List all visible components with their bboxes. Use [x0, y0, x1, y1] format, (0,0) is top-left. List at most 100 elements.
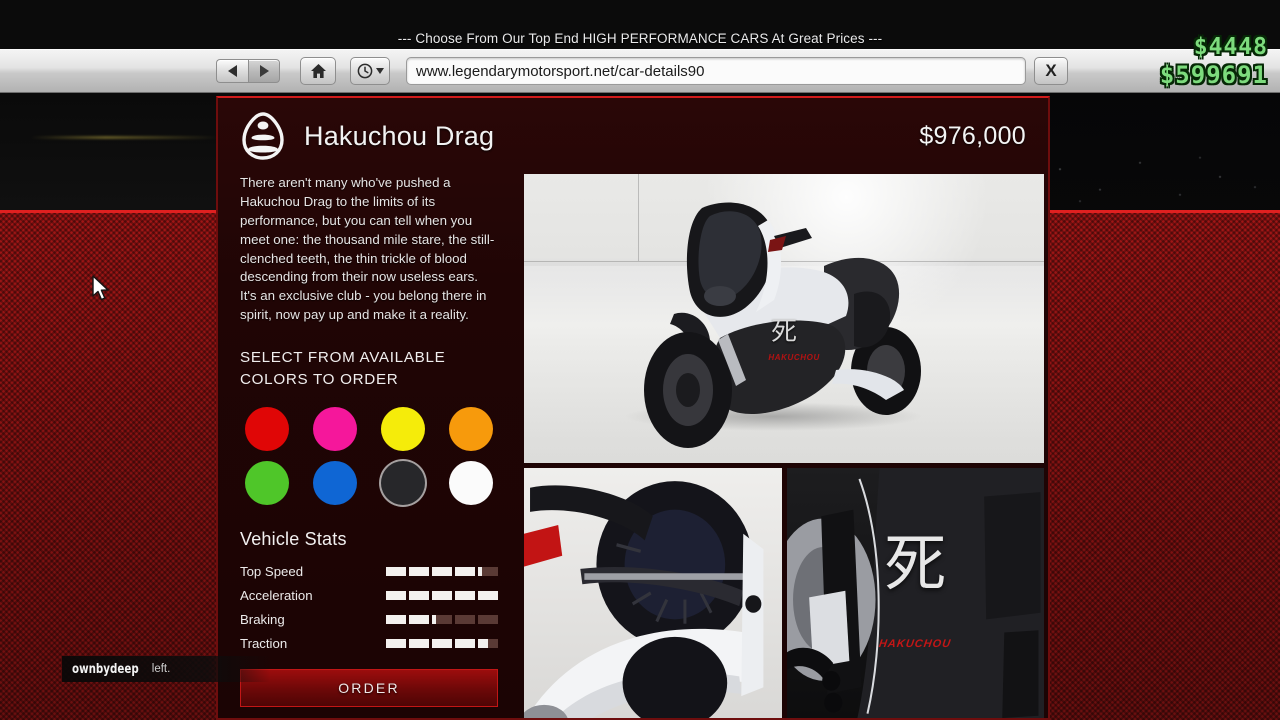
arrow-left-icon [228, 65, 237, 77]
stat-segment [478, 638, 498, 648]
chat-message: left. [151, 663, 171, 675]
stat-segment-fill [432, 614, 436, 624]
stat-segment [455, 590, 475, 600]
stat-bar [386, 590, 498, 600]
color-swatch-black[interactable] [381, 461, 425, 506]
address-bar[interactable]: www.legendarymotorsport.net/car-details9… [406, 57, 1026, 85]
forward-button[interactable] [248, 59, 280, 83]
color-swatch-red[interactable] [245, 407, 289, 452]
chevron-down-icon [375, 68, 384, 74]
stat-segment [386, 590, 406, 600]
car-name: Hakuchou Drag [304, 120, 495, 151]
money-hud: $4448 $599691 [1159, 36, 1268, 89]
color-swatch-white[interactable] [449, 461, 493, 506]
stat-segment [409, 590, 429, 600]
clock-icon [357, 63, 372, 79]
stat-segment [478, 590, 498, 600]
car-panel-body: There aren't many who've pushed a Hakuch… [218, 174, 1048, 718]
car-gallery: 死 HAKUCHOU 死 HAKUCHOU [514, 174, 1048, 718]
stat-segment [455, 638, 475, 648]
nav-button-group [216, 59, 280, 83]
main-vehicle-image[interactable]: 死 HAKUCHOU [524, 174, 1044, 463]
color-swatch-cell [240, 407, 294, 452]
world-light-streak [30, 136, 220, 139]
stat-bar [386, 566, 498, 576]
vehicle-stats-heading: Vehicle Stats [240, 529, 347, 550]
stat-segment [432, 566, 452, 576]
car-description: There aren't many who've pushed a Hakuch… [240, 175, 495, 323]
thumbnail-rear-wheel[interactable] [524, 468, 782, 718]
stat-row: Braking [240, 607, 498, 631]
stat-row: Traction [240, 631, 498, 655]
stat-segment-fill [432, 590, 452, 600]
stat-segment [386, 614, 406, 624]
cash-balance: $599691 [1159, 61, 1268, 89]
car-detail-panel: Hakuchou Drag $976,000 There aren't many… [216, 96, 1050, 720]
colors-heading: SELECT FROM AVAILABLE COLORS TO ORDER [240, 347, 498, 391]
stat-segment [409, 638, 429, 648]
color-swatch-cell [308, 461, 362, 506]
car-price: $976,000 [919, 121, 1026, 150]
color-swatch-cell [376, 461, 430, 506]
home-icon [310, 64, 326, 78]
stat-segment [455, 566, 475, 576]
colors-heading-line1: SELECT FROM AVAILABLE [240, 349, 446, 366]
color-swatch-cell [308, 407, 362, 452]
stat-segment-fill [386, 590, 406, 600]
stat-segment-fill [432, 566, 452, 576]
url-text[interactable]: www.legendarymotorsport.net/car-details9… [416, 63, 704, 80]
stat-label: Top Speed [240, 563, 304, 579]
stat-label: Braking [240, 611, 285, 627]
color-swatch-green[interactable] [245, 461, 289, 506]
stat-segment-fill [432, 638, 452, 648]
stat-segment-fill [386, 566, 406, 576]
stat-segment [386, 638, 406, 648]
stat-segment-fill [478, 566, 482, 576]
color-swatch-cell [376, 407, 430, 452]
color-swatch-blue[interactable] [313, 461, 357, 506]
history-button[interactable] [350, 57, 390, 85]
colors-heading-line2: COLORS TO ORDER [240, 371, 399, 389]
thumbnail-brand-decal: HAKUCHOU [878, 638, 953, 650]
site-banner-text: --- Choose From Our Top End HIGH PERFORM… [397, 31, 883, 46]
shitzu-logo-icon [242, 112, 284, 160]
stat-bar [386, 614, 498, 624]
stat-segment [478, 614, 498, 624]
stat-segment-fill [455, 566, 475, 576]
thumbnail-fairing-decal[interactable]: 死 HAKUCHOU [786, 468, 1044, 718]
color-swatch-orange[interactable] [449, 407, 493, 452]
stat-segment [455, 614, 475, 624]
car-info-column: There aren't many who've pushed a Hakuch… [218, 174, 514, 718]
stat-segment [432, 614, 452, 624]
back-button[interactable] [216, 59, 248, 83]
main-image-kanji-decal: 死 [771, 316, 798, 347]
world-gravel [1030, 150, 1280, 214]
vehicle-stats-list: Top Speed Acceleration Braking Traction [240, 559, 498, 655]
stat-segment [478, 566, 498, 576]
stat-segment-fill [455, 590, 475, 600]
color-swatch-cell [240, 461, 294, 506]
stat-segment [432, 638, 452, 648]
stat-label: Traction [240, 635, 288, 651]
rear-wheel-render [524, 481, 764, 718]
stat-segment-fill [478, 590, 498, 600]
stat-row: Top Speed [240, 559, 498, 583]
color-swatch-yellow[interactable] [381, 407, 425, 452]
stat-segment-fill [455, 638, 475, 648]
stat-segment [409, 614, 429, 624]
stat-segment-fill [409, 614, 429, 624]
stat-row: Acceleration [240, 583, 498, 607]
stat-segment [432, 590, 452, 600]
color-swatch-magenta[interactable] [313, 407, 357, 452]
car-panel-header: Hakuchou Drag $976,000 [218, 98, 1048, 174]
home-button[interactable] [300, 57, 336, 85]
thumbnail-row: 死 HAKUCHOU [524, 468, 1044, 718]
order-button[interactable]: ORDER [240, 669, 498, 708]
color-swatch-grid [240, 407, 498, 506]
mouse-cursor [92, 275, 109, 301]
stat-segment [386, 566, 406, 576]
stat-segment-fill [386, 638, 406, 648]
stop-button[interactable]: X [1034, 57, 1068, 85]
stat-label: Acceleration [240, 587, 313, 603]
color-swatch-cell [444, 461, 498, 506]
